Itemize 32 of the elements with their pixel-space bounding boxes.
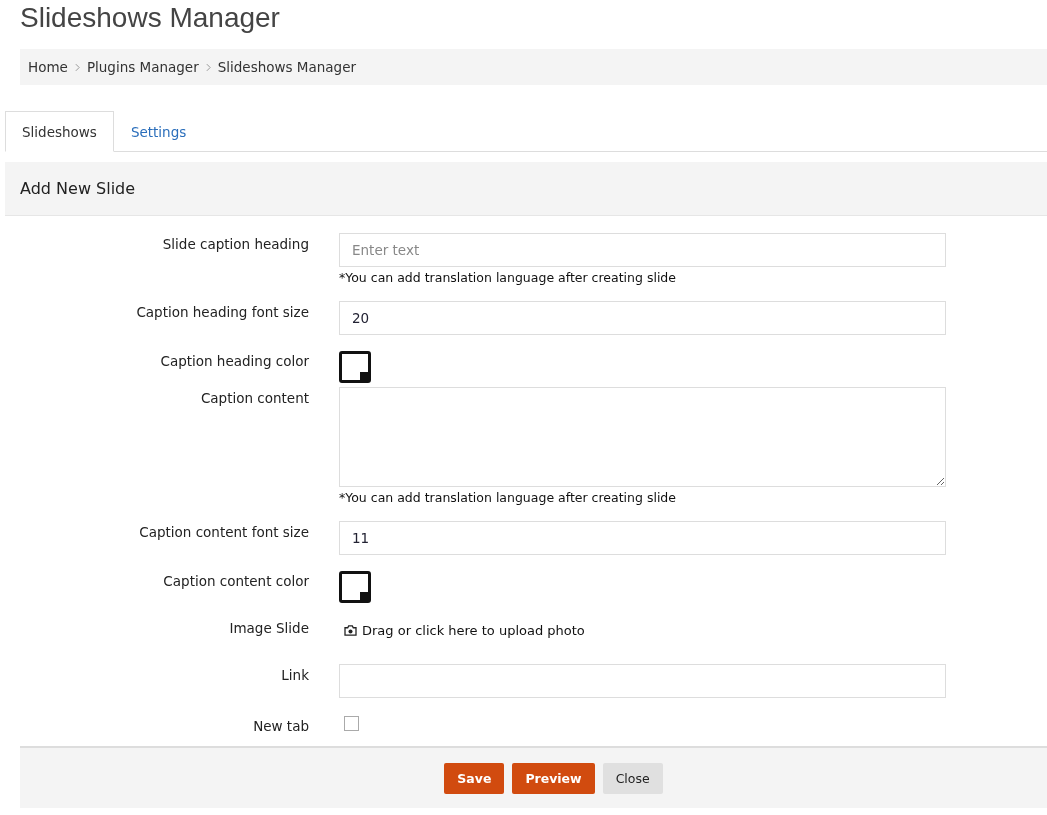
- field-label: Caption content color: [162, 572, 309, 591]
- chevron-icon: [74, 62, 80, 72]
- hint-text: *You can add translation language after creating slide: [339, 270, 677, 285]
- hint-text: *You can add translation language after creating slide: [339, 490, 677, 505]
- color-picker[interactable]: [339, 351, 371, 383]
- color-picker[interactable]: [339, 571, 371, 603]
- input-field[interactable]: Enter text: [339, 233, 946, 267]
- tab[interactable]: Slideshows: [5, 111, 114, 152]
- breadcrumb-link[interactable]: Plugins Manager: [86, 59, 199, 75]
- upload-link[interactable]: Drag or click here to upload photo: [344, 615, 951, 638]
- field-label: Link: [280, 666, 309, 685]
- tab[interactable]: Settings: [113, 111, 204, 152]
- field-label: Caption heading font size: [135, 303, 309, 322]
- page-title: Slideshows Manager: [20, 1, 281, 35]
- field-label: Image Slide: [228, 619, 309, 636]
- input-field[interactable]: 11: [339, 521, 946, 555]
- checkbox[interactable]: [344, 716, 359, 731]
- field-label: Slide caption heading: [161, 235, 309, 254]
- action-button[interactable]: Preview: [512, 762, 595, 794]
- field-label: New tab: [252, 717, 309, 734]
- chevron-icon: [205, 62, 211, 72]
- action-button[interactable]: Save: [444, 762, 505, 794]
- input-field[interactable]: 20: [339, 301, 946, 335]
- field-label: Caption content: [199, 389, 309, 408]
- breadcrumb-link[interactable]: Slideshows Manager: [217, 59, 357, 75]
- field-label: Caption content font size: [138, 523, 309, 542]
- camera-icon: [344, 625, 357, 636]
- input-field[interactable]: [339, 664, 946, 698]
- panel-title: Add New Slide: [20, 179, 136, 198]
- field-label: Caption heading color: [159, 352, 309, 371]
- breadcrumb-link[interactable]: Home: [28, 59, 68, 75]
- action-button[interactable]: Close: [602, 762, 663, 794]
